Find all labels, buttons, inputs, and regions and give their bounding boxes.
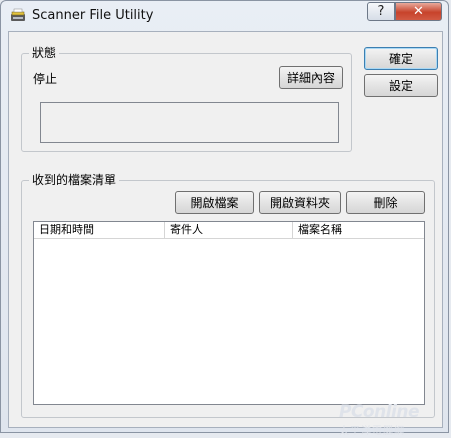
title-bar[interactable]: Scanner File Utility ? ✕	[1, 1, 450, 31]
column-sender-label: 寄件人	[170, 223, 203, 236]
column-header-filename[interactable]: 檔案名稱	[293, 222, 424, 238]
column-datetime-label: 日期和時間	[39, 223, 94, 236]
delete-button-label: 刪除	[373, 196, 398, 210]
close-icon: ✕	[413, 4, 424, 19]
main-window: Scanner File Utility ? ✕ 狀態 停止 詳細內容 確定 設…	[0, 0, 450, 437]
window-title: Scanner File Utility	[32, 8, 154, 23]
settings-button[interactable]: 設定	[364, 74, 438, 97]
watermark-brand: PConline	[339, 402, 420, 422]
settings-button-label: 設定	[388, 79, 413, 93]
pconline-watermark: PConline 太平洋電腦網	[327, 402, 439, 438]
scanner-icon	[11, 8, 25, 21]
ok-button[interactable]: 確定	[364, 47, 438, 70]
status-value: 停止	[33, 72, 58, 86]
open-file-button[interactable]: 開啟檔案	[175, 191, 254, 214]
open-folder-button[interactable]: 開啟資料夾	[259, 191, 341, 214]
status-message-box	[40, 102, 339, 143]
help-icon: ?	[377, 4, 385, 19]
details-button-label: 詳細內容	[286, 71, 335, 85]
dialog-client-area: 狀態 停止 詳細內容 確定 設定 收到的檔案清單 開啟檔案 開啟資料夾 刪除 日…	[8, 31, 443, 437]
open-folder-button-label: 開啟資料夾	[269, 196, 330, 210]
details-button[interactable]: 詳細內容	[279, 66, 343, 89]
list-header: 日期和時間 寄件人 檔案名稱	[34, 222, 424, 239]
open-file-button-label: 開啟檔案	[190, 196, 239, 210]
status-group-legend: 狀態	[29, 45, 60, 61]
delete-button[interactable]: 刪除	[346, 191, 425, 214]
file-list-legend: 收到的檔案清單	[29, 172, 120, 188]
close-button[interactable]: ✕	[395, 2, 442, 21]
file-list-view[interactable]: 日期和時間 寄件人 檔案名稱	[33, 221, 425, 405]
column-header-datetime[interactable]: 日期和時間	[34, 222, 165, 238]
column-filename-label: 檔案名稱	[298, 223, 342, 236]
help-button[interactable]: ?	[367, 2, 395, 21]
column-header-sender[interactable]: 寄件人	[165, 222, 293, 238]
ok-button-label: 確定	[388, 52, 413, 66]
